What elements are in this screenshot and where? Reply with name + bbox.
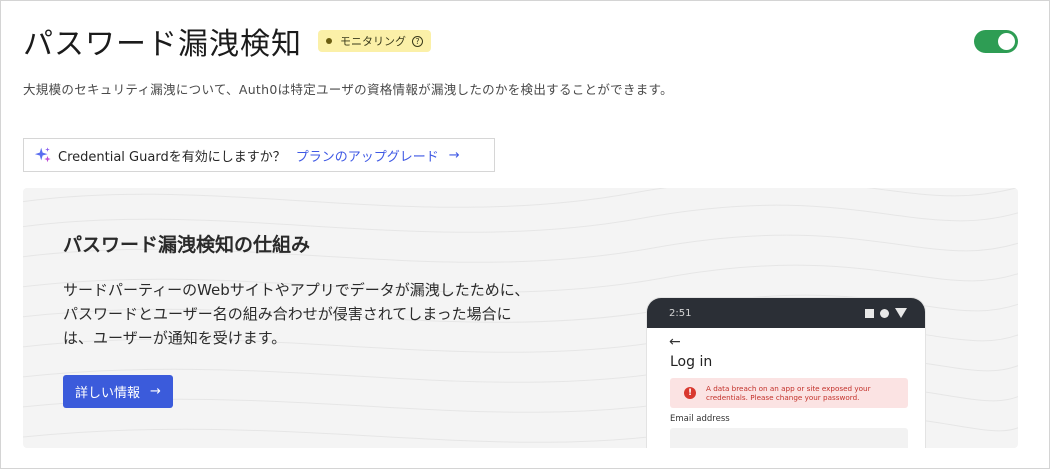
upgrade-banner: Credential Guardを有効にしますか？ プランのアップグレード →	[23, 138, 495, 172]
phone-status-bar: 2:51	[647, 298, 925, 328]
status-badge: モニタリング ?	[318, 30, 431, 52]
help-icon[interactable]: ?	[412, 35, 423, 47]
back-arrow-icon: ←	[669, 334, 681, 350]
sparkle-icon	[34, 147, 51, 163]
email-label: Email address	[670, 414, 730, 424]
upgrade-question: Credential Guardを有効にしますか？	[58, 149, 286, 165]
login-title: Log in	[670, 354, 713, 370]
how-it-works-title: パスワード漏洩検知の仕組み	[63, 234, 311, 256]
learn-more-label: 詳しい情報	[75, 386, 141, 401]
triangle-icon	[895, 308, 907, 318]
status-badge-label: モニタリング	[340, 35, 406, 48]
page-frame: パスワード漏洩検知 モニタリング ? 大規模のセキュリティ漏洩について、Auth…	[0, 0, 1050, 469]
enable-toggle[interactable]	[974, 30, 1018, 53]
phone-time: 2:51	[669, 307, 692, 319]
status-dot-icon	[326, 38, 332, 44]
page-description: 大規模のセキュリティ漏洩について、Auth0は特定ユーザの資格情報が漏洩したのか…	[23, 82, 673, 97]
arrow-right-icon[interactable]: →	[449, 148, 460, 163]
square-icon	[865, 308, 874, 318]
circle-icon	[880, 308, 889, 318]
page-title: パスワード漏洩検知	[23, 27, 302, 62]
phone-status-icons	[865, 308, 907, 318]
arrow-right-icon: →	[150, 384, 161, 399]
error-icon: !	[684, 387, 696, 399]
how-it-works-panel: パスワード漏洩検知の仕組み サードパーティーのWebサイトやアプリでデータが漏洩…	[23, 188, 1018, 448]
upgrade-plan-link[interactable]: プランのアップグレード	[296, 146, 439, 165]
learn-more-button[interactable]: 詳しい情報 →	[63, 375, 173, 408]
toggle-knob	[998, 33, 1015, 50]
phone-mockup: 2:51 ← Log in ! A data breach on an app …	[647, 298, 925, 448]
breach-alert: ! A data breach on an app or site expose…	[670, 378, 908, 408]
title-row: パスワード漏洩検知 モニタリング ?	[23, 19, 431, 63]
breach-alert-text: A data breach on an app or site exposed …	[706, 384, 871, 402]
how-it-works-body: サードパーティーのWebサイトやアプリでデータが漏洩したために、パスワードとユー…	[63, 281, 530, 347]
email-field	[670, 428, 908, 448]
